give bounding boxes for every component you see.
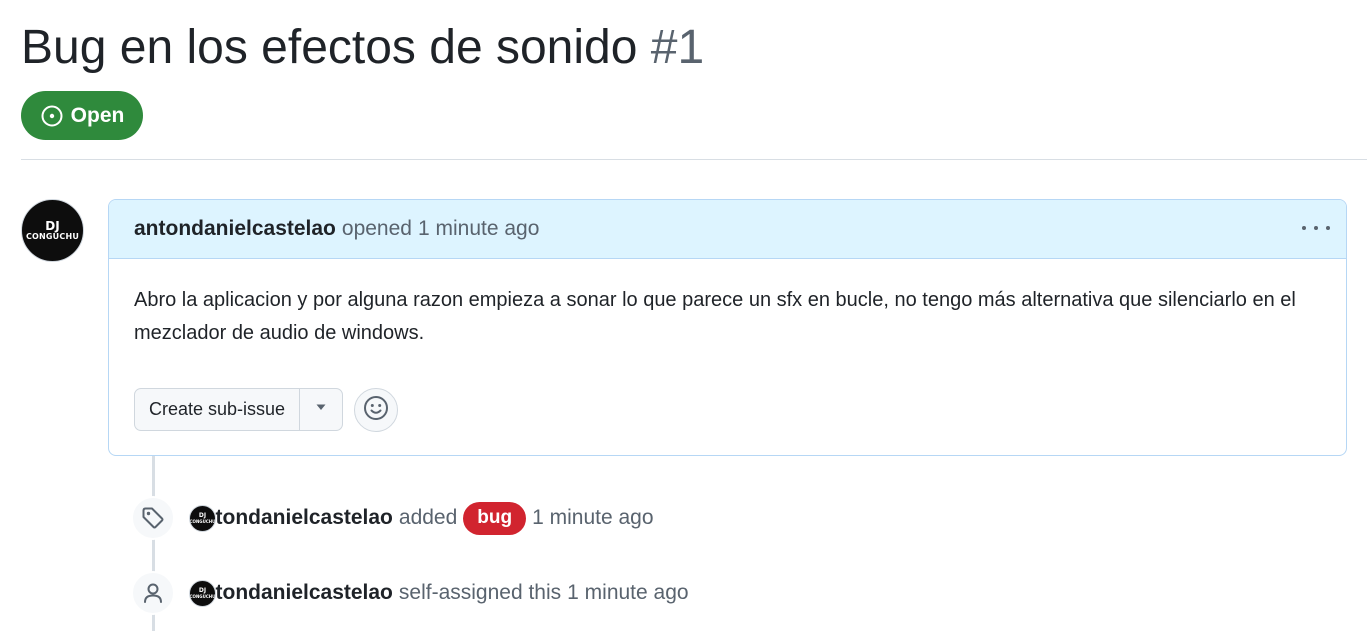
comment-header: antondanielcastelao opened 1 minute ago <box>109 200 1346 259</box>
issue-opened-icon <box>40 104 64 128</box>
kebab-horizontal-icon[interactable] <box>1302 218 1330 238</box>
issue-title: Bug en los efectos de sonido <box>21 21 638 74</box>
avatar-logo-bottom: CONGUCHU <box>189 518 216 524</box>
tag-icon <box>131 496 175 540</box>
event-action: added <box>398 506 458 529</box>
create-sub-issue-button[interactable]: Create sub-issue <box>135 389 300 430</box>
create-sub-issue-split-button: Create sub-issue <box>134 388 343 431</box>
avatar-logo-top: DJ <box>45 219 60 233</box>
person-icon <box>131 571 175 615</box>
issue-number: #1 <box>650 21 705 74</box>
issue-title-row: Bug en los efectos de sonido #1 <box>21 18 704 78</box>
comment-author-link[interactable]: antondanielcastelao <box>134 217 336 241</box>
event-timestamp[interactable]: 1 minute ago <box>532 506 653 530</box>
label-bug[interactable]: bug <box>463 501 527 535</box>
comment-body: Abro la aplicacion y por alguna razon em… <box>134 289 1296 344</box>
issue-comment: antondanielcastelao opened 1 minute ago … <box>108 199 1347 456</box>
triangle-down-icon <box>314 400 328 419</box>
event-timestamp[interactable]: 1 minute ago <box>567 581 688 605</box>
issue-state-label: Open <box>70 103 125 127</box>
event-action: self-assigned this <box>398 581 562 604</box>
comment-action: opened <box>341 217 412 240</box>
avatar-logo-bottom: CONGUCHU <box>189 593 216 599</box>
timeline-event-content: DJ CONGUCHU antondanielcastelao self-ass… <box>189 579 689 607</box>
actor-link[interactable]: antondanielcastelao <box>191 581 393 605</box>
timeline-event-assigned: DJ CONGUCHU antondanielcastelao self-ass… <box>131 571 689 615</box>
actor-avatar[interactable]: DJ CONGUCHU <box>189 579 216 607</box>
actor-link[interactable]: antondanielcastelao <box>191 506 393 530</box>
author-avatar[interactable]: DJ CONGUCHU <box>21 199 84 262</box>
timeline-event-content: DJ CONGUCHU antondanielcastelao added bu… <box>189 501 654 535</box>
create-sub-issue-dropdown-button[interactable] <box>300 389 342 430</box>
issue-page: Bug en los efectos de sonido #1 Open DJ … <box>0 0 1367 631</box>
actor-avatar[interactable]: DJ CONGUCHU <box>189 504 216 532</box>
timeline-event-labeled: DJ CONGUCHU antondanielcastelao added bu… <box>131 496 654 540</box>
add-reaction-button[interactable] <box>354 388 398 432</box>
avatar-logo-bottom: CONGUCHU <box>25 232 80 241</box>
issue-state-badge: Open <box>21 91 143 140</box>
header-divider <box>21 159 1367 160</box>
comment-timestamp[interactable]: 1 minute ago <box>418 217 539 241</box>
smiley-icon <box>363 395 389 426</box>
